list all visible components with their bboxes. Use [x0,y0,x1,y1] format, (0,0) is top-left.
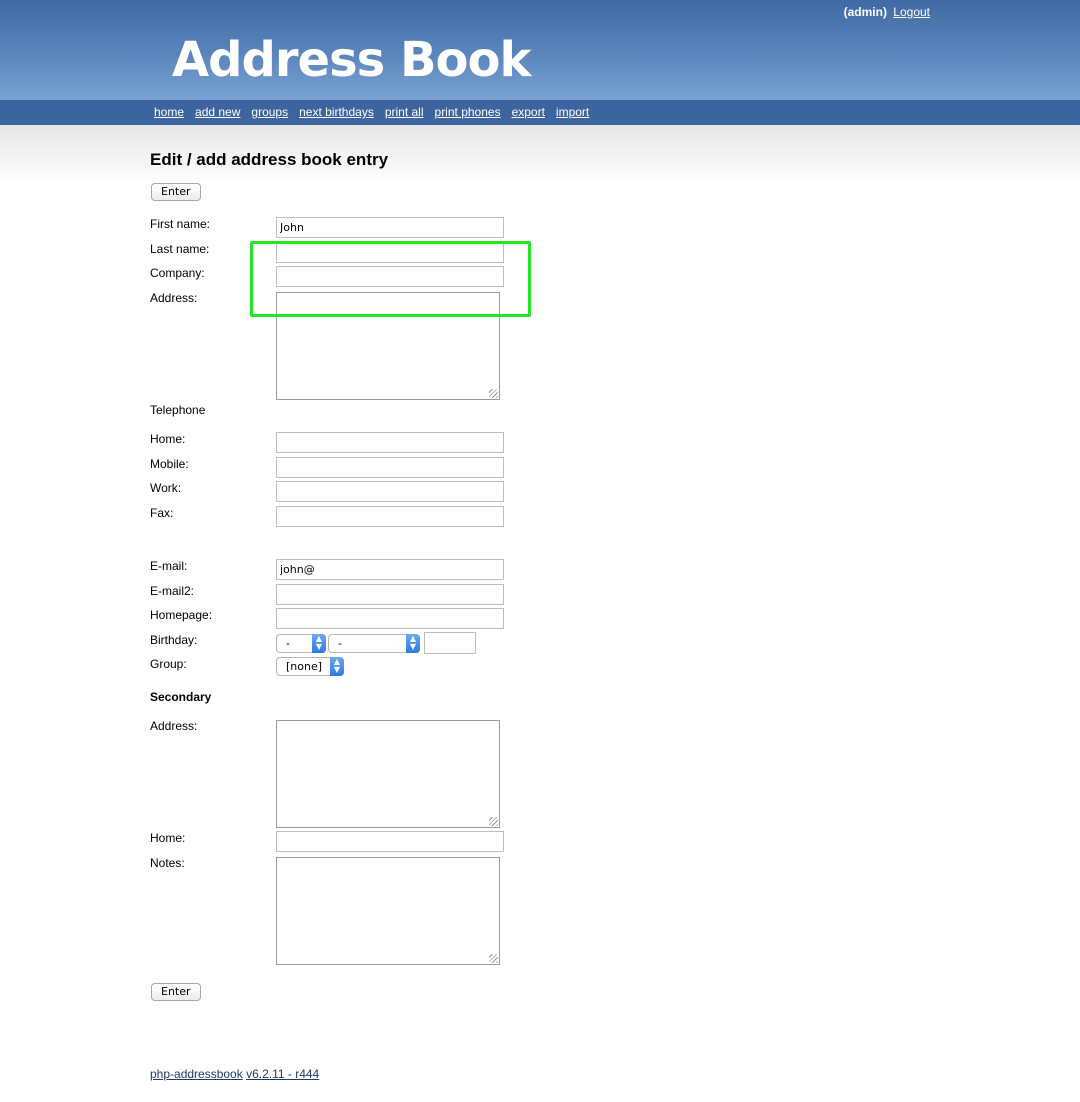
nav-home[interactable]: home [154,105,184,119]
last-name-input[interactable] [276,242,504,263]
secondary-heading: Secondary [150,690,212,704]
nav-print-all[interactable]: print all [385,105,424,119]
email-label: E-mail: [150,559,188,573]
email2-input[interactable] [276,584,504,605]
nav-import[interactable]: import [556,105,589,119]
nav-next-birthdays[interactable]: next birthdays [299,105,374,119]
birthday-year-input[interactable] [424,632,476,654]
chevron-updown-icon: ▲ ▼ [406,634,420,653]
chevron-updown-icon: ▲ ▼ [330,657,344,676]
company-input[interactable] [276,266,504,287]
email2-label: E-mail2: [150,584,195,598]
logout-link[interactable]: Logout [893,5,930,19]
enter-button-bottom[interactable]: Enter [151,983,201,1001]
email-input[interactable] [276,559,504,580]
secondary-address-textarea[interactable] [276,720,500,828]
birthday-month-value: - [338,637,342,650]
current-user: (admin) [843,5,887,19]
nav-groups[interactable]: groups [251,105,288,119]
homepage-label: Homepage: [150,608,213,622]
secondary-home-label: Home: [150,831,186,845]
work-input[interactable] [276,481,504,502]
nav-print-phones[interactable]: print phones [435,105,501,119]
secondary-address-label: Address: [150,719,198,733]
birthday-day-value: - [286,637,290,650]
user-bar: (admin) Logout [844,5,930,19]
first-name-input[interactable] [276,217,504,238]
group-value: [none] [286,660,323,673]
fax-input[interactable] [276,506,504,527]
group-label: Group: [150,657,187,671]
home-phone-label: Home: [150,432,186,446]
first-name-label: First name: [150,217,211,231]
footer-version-link[interactable]: v6.2.11 - r444 [246,1067,319,1081]
home-phone-input[interactable] [276,432,504,453]
birthday-label: Birthday: [150,633,198,647]
homepage-input[interactable] [276,608,504,629]
nav-add-new[interactable]: add new [195,105,240,119]
footer-app-link[interactable]: php-addressbook [150,1067,243,1081]
enter-button-top[interactable]: Enter [151,183,201,201]
header: (admin) Logout Address Book [0,0,1080,100]
last-name-label: Last name: [150,242,210,256]
main-nav: home add new groups next birthdays print all… [0,100,1080,125]
footer: php-addressbook v6.2.11 - r444 [150,1067,319,1081]
nav-export[interactable]: export [512,105,545,119]
fax-label: Fax: [150,506,174,520]
page-title: Edit / add address book entry [150,150,389,169]
resize-grip-icon[interactable] [489,389,498,398]
resize-grip-icon[interactable] [489,817,498,826]
address-textarea[interactable] [276,292,500,400]
group-select[interactable]: [none] ▲ ▼ [276,657,344,676]
work-label: Work: [150,481,182,495]
notes-label: Notes: [150,856,185,870]
secondary-home-input[interactable] [276,831,504,852]
company-label: Company: [150,266,205,280]
mobile-input[interactable] [276,457,504,478]
telephone-heading: Telephone [150,403,206,417]
app-logo: Address Book [172,32,531,88]
mobile-label: Mobile: [150,457,189,471]
notes-textarea[interactable] [276,857,500,965]
resize-grip-icon[interactable] [489,954,498,963]
birthday-month-select[interactable]: - ▲ ▼ [328,634,420,653]
birthday-day-select[interactable]: - ▲ ▼ [276,634,326,653]
address-label: Address: [150,291,198,305]
chevron-updown-icon: ▲ ▼ [312,634,326,653]
